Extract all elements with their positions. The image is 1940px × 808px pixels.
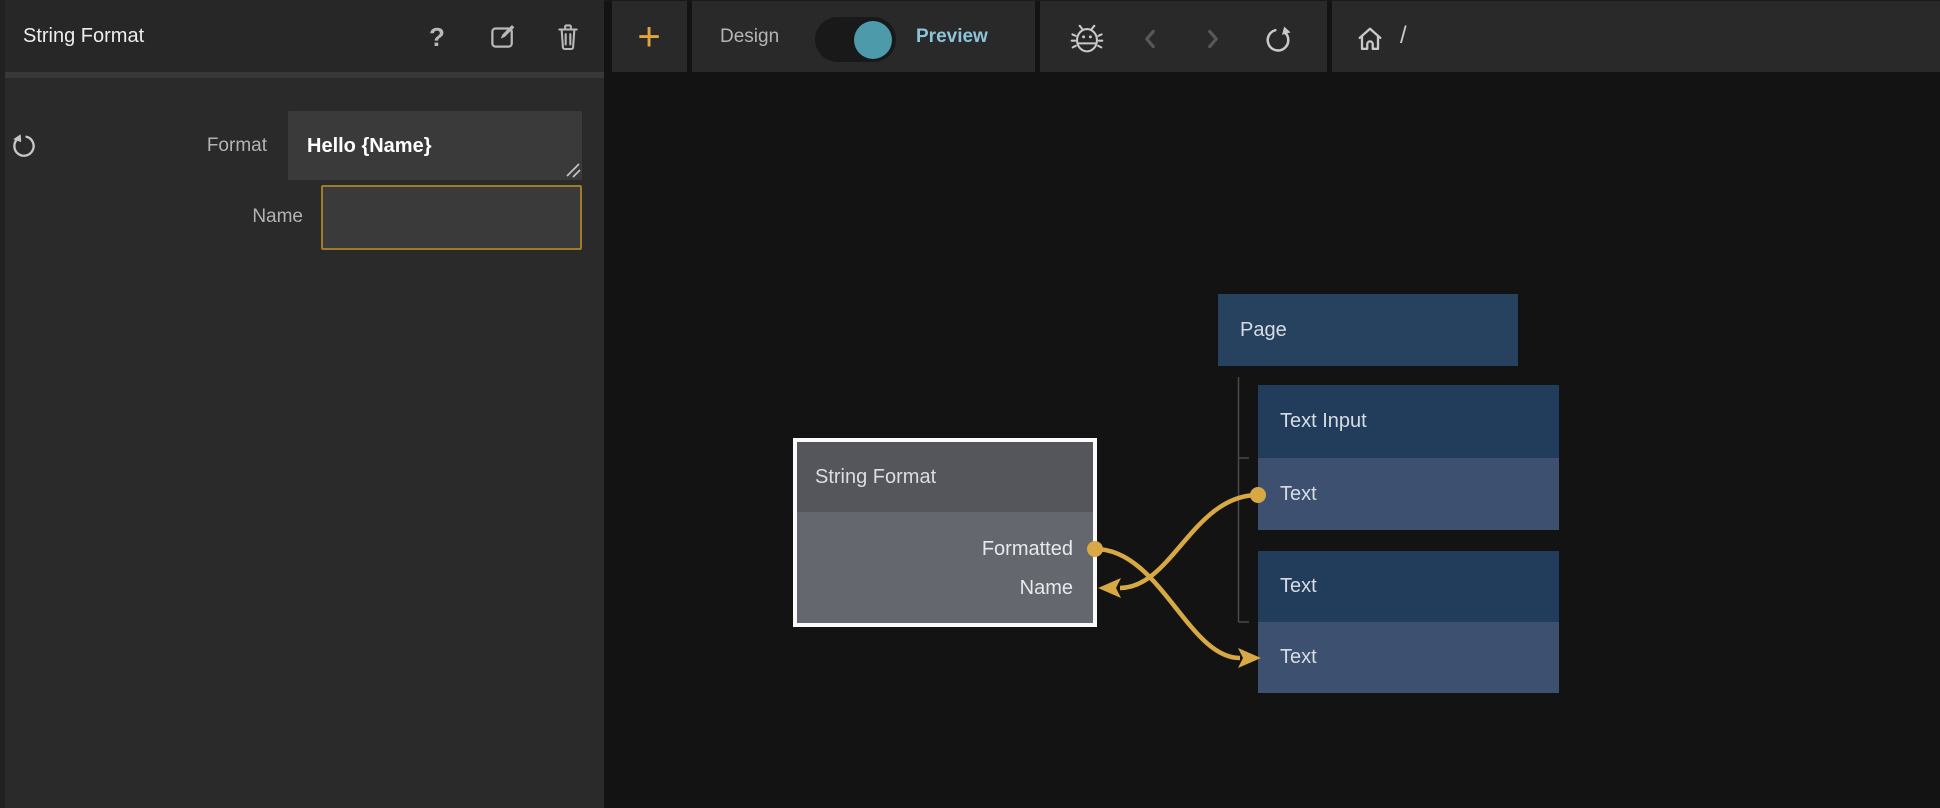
forward-button[interactable]: [1195, 21, 1231, 57]
node-string-format-body: Formatted Name: [797, 512, 1093, 623]
chevron-left-icon: [1139, 26, 1161, 52]
panel-left-edge: [0, 0, 5, 808]
panel-header: String Format ?: [0, 0, 604, 72]
port-name-input[interactable]: Name: [1020, 574, 1073, 602]
wire-formatted-to-text: [1095, 549, 1240, 658]
preview-mode-label[interactable]: Preview: [916, 1, 988, 73]
node-text-input[interactable]: Text Input Text: [1258, 385, 1559, 530]
home-icon: [1354, 23, 1386, 55]
top-toolbar: + Design Preview: [604, 0, 1940, 72]
refresh-button[interactable]: [1260, 21, 1296, 57]
home-button[interactable]: [1352, 21, 1388, 57]
wire-arrow-left-icon: [1098, 578, 1121, 598]
back-button[interactable]: [1132, 21, 1168, 57]
name-input[interactable]: [321, 185, 582, 250]
node-text-port-text[interactable]: Text: [1258, 622, 1559, 693]
node-text-input-port-text[interactable]: Text: [1258, 458, 1559, 530]
trash-icon: [554, 22, 582, 52]
properties-panel: String Format ? Format Hello {Name}: [0, 0, 604, 808]
port-formatted-output[interactable]: Formatted: [982, 535, 1073, 563]
undo-icon: [9, 130, 39, 160]
tree-line: [1239, 377, 1250, 622]
node-text[interactable]: Text Text: [1258, 551, 1559, 693]
node-graph-canvas[interactable]: Page Text Input Text Text Text String Fo…: [604, 72, 1940, 808]
navigation-section: [1040, 1, 1327, 73]
design-preview-toggle[interactable]: [815, 17, 896, 62]
toggle-knob[interactable]: [854, 21, 892, 59]
chevron-right-icon: [1202, 26, 1224, 52]
bug-icon: [1070, 22, 1104, 56]
mode-section: Design Preview: [692, 1, 1035, 73]
breadcrumb[interactable]: /: [1400, 1, 1407, 73]
refresh-icon: [1262, 23, 1294, 55]
help-icon: ?: [429, 22, 445, 53]
design-mode-label[interactable]: Design: [720, 1, 779, 73]
node-page-title: Page: [1218, 294, 1518, 366]
node-text-title: Text: [1258, 551, 1559, 622]
plus-icon: +: [637, 15, 660, 59]
reset-parameters-button[interactable]: [8, 129, 40, 161]
add-node-button[interactable]: +: [626, 19, 672, 55]
help-button[interactable]: ?: [419, 19, 455, 55]
format-input[interactable]: Hello {Name}: [288, 111, 582, 180]
wire-textinput-to-name: [1120, 495, 1258, 588]
node-string-format-title: String Format: [797, 442, 1093, 512]
node-string-format-selected[interactable]: String Format Formatted Name: [793, 438, 1097, 627]
edit-icon: [488, 21, 518, 51]
delete-button[interactable]: [550, 19, 586, 55]
name-field-label: Name: [183, 205, 303, 229]
add-node-section: +: [612, 1, 687, 73]
node-page[interactable]: Page: [1218, 294, 1518, 366]
format-field-label: Format: [147, 134, 267, 158]
breadcrumb-section: /: [1332, 1, 1940, 73]
panel-header-divider: [0, 72, 604, 78]
edit-button[interactable]: [485, 18, 521, 54]
panel-title: String Format: [23, 0, 144, 72]
node-text-input-title: Text Input: [1258, 385, 1559, 458]
debug-button[interactable]: [1069, 21, 1105, 57]
